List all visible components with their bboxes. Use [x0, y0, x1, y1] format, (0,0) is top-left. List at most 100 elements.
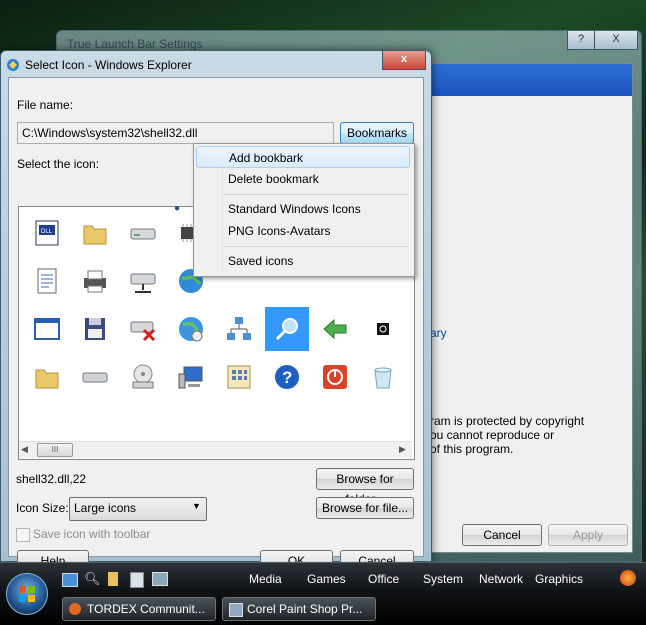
icon-cell[interactable] [313, 307, 357, 351]
task-tordex[interactable]: TORDEX Communit... [62, 597, 216, 621]
menu-separator [224, 194, 408, 195]
save-toolbar-checkbox[interactable] [16, 528, 30, 542]
document-icon [37, 268, 57, 294]
icon-cell[interactable] [313, 355, 357, 399]
icon-cell[interactable] [25, 259, 69, 303]
window-icon [34, 318, 60, 340]
svg-text:?: ? [282, 368, 292, 387]
icon-cell[interactable] [73, 307, 117, 351]
icon-cell[interactable] [25, 307, 69, 351]
taskbar: 🔍︎ Media Games Office System Network Gra… [0, 562, 646, 625]
icon-cell[interactable] [121, 355, 165, 399]
internet-icon [179, 317, 203, 342]
copyright-line-1: ram is protected by copyright [430, 414, 585, 428]
icon-cell[interactable]: ? [265, 355, 309, 399]
task-corel[interactable]: Corel Paint Shop Pr... [222, 597, 376, 621]
scroll-thumb[interactable]: III [37, 443, 73, 457]
menu-item-png-avatars[interactable]: PNG Icons-Avatars [196, 220, 410, 242]
menu-item-label: Standard Windows Icons [228, 202, 361, 216]
help-icon: ? [275, 365, 299, 389]
menu-separator [224, 246, 408, 247]
quicklaunch-graphics[interactable]: Graphics [535, 572, 583, 586]
small-badge-icon [377, 323, 389, 335]
printer-icon [84, 270, 106, 293]
menu-item-delete-bookmark[interactable]: Delete bookmark [196, 168, 410, 190]
start-orb-icon[interactable] [6, 573, 48, 615]
copyright-line-3: of this program. [430, 442, 514, 456]
selected-icon-text: shell32.dll,22 [16, 472, 87, 486]
dialog-close-button[interactable]: x [382, 51, 426, 70]
menu-item-add-bookmark[interactable]: Add bookbark [196, 146, 410, 168]
menu-item-saved-icons[interactable]: Saved icons [196, 250, 410, 272]
icon-cell[interactable] [361, 355, 405, 399]
horizontal-scrollbar[interactable]: ◀ III ▶ [19, 441, 412, 458]
svg-text:DLL: DLL [41, 229, 53, 235]
explorer-app-icon [7, 59, 19, 71]
background-window-title: True Launch Bar Settings [67, 37, 203, 51]
browse-file-button[interactable]: Browse for file... [316, 497, 414, 519]
scroll-left-arrow-icon[interactable]: ◀ [21, 444, 28, 455]
copyright-line-2: ou cannot reproduce or [430, 428, 555, 442]
task-label: TORDEX Communit... [87, 602, 205, 616]
icon-cell[interactable] [217, 307, 261, 351]
folder-icon [35, 369, 59, 389]
power-icon [323, 365, 347, 389]
bg-cancel-button[interactable]: Cancel [462, 524, 542, 546]
bookmarks-menu: Add bookbark Delete bookmark ● Standard … [174, 143, 415, 277]
icon-cell[interactable] [121, 259, 165, 303]
icon-cell[interactable] [73, 355, 117, 399]
show-desktop-icon[interactable] [62, 573, 78, 587]
quicklaunch-office[interactable]: Office [368, 572, 399, 586]
window-switch-icon[interactable] [152, 572, 168, 586]
firefox-task-icon [69, 603, 81, 615]
quicklaunch-media[interactable]: Media [249, 572, 282, 586]
icon-cell[interactable] [121, 211, 165, 255]
quicklaunch-network[interactable]: Network [479, 572, 523, 586]
icon-cell[interactable] [265, 307, 309, 351]
browse-folder-button[interactable]: Browse for folder... [316, 468, 414, 506]
document-quicklaunch-icon[interactable] [130, 572, 144, 588]
bookmarks-button[interactable]: Bookmarks [340, 122, 414, 144]
chevron-down-icon: ▼ [192, 501, 201, 511]
quicklaunch-system[interactable]: System [423, 572, 463, 586]
icon-cell[interactable] [169, 307, 213, 351]
quicklaunch-games[interactable]: Games [307, 572, 346, 586]
scroll-right-arrow-icon[interactable]: ▶ [399, 444, 406, 455]
task-label: Corel Paint Shop Pr... [247, 602, 363, 616]
icon-cell[interactable] [169, 355, 213, 399]
bg-help-button[interactable]: ? [567, 31, 595, 50]
drive-icon [130, 228, 156, 240]
firefox-icon[interactable] [620, 570, 636, 586]
search-icon [275, 318, 298, 341]
icon-cell[interactable] [73, 259, 117, 303]
icon-cell[interactable] [361, 307, 405, 351]
dialog-title: Select Icon - Windows Explorer [25, 58, 192, 72]
icon-cell[interactable] [217, 355, 261, 399]
dll-file-icon: DLL [35, 220, 59, 246]
paintshop-task-icon [229, 603, 243, 617]
menu-item-standard-icons[interactable]: ● Standard Windows Icons [174, 198, 410, 220]
icon-cell[interactable] [73, 211, 117, 255]
icon-size-label: Icon Size: [16, 501, 69, 515]
dvd-drive-icon [132, 364, 154, 389]
search-icon[interactable]: 🔍︎ [84, 571, 101, 587]
save-toolbar-label: Save icon with toolbar [33, 527, 151, 541]
select-icon-label: Select the icon: [17, 157, 100, 171]
network-icon [227, 317, 251, 340]
icon-cell[interactable] [121, 307, 165, 351]
note-icon[interactable] [108, 572, 118, 586]
select-icon-dialog: Select Icon - Windows Explorer x File na… [0, 50, 432, 572]
file-name-label: File name: [17, 98, 74, 112]
icon-cell[interactable] [25, 355, 69, 399]
icon-cell[interactable]: DLL [25, 211, 69, 255]
recycle-bin-icon [374, 367, 392, 389]
cd-drive-icon [82, 372, 108, 383]
back-arrow-icon [323, 318, 347, 340]
network-drive-icon [130, 273, 156, 293]
icon-size-select[interactable]: Large icons ▼ [69, 497, 207, 521]
control-panel-icon [227, 365, 251, 389]
file-name-field[interactable]: C:\Windows\system32\shell32.dll [17, 122, 334, 144]
bg-apply-button[interactable]: Apply [548, 524, 628, 546]
radio-bullet-icon: ● [174, 203, 181, 214]
bg-close-button[interactable]: X [594, 31, 638, 50]
